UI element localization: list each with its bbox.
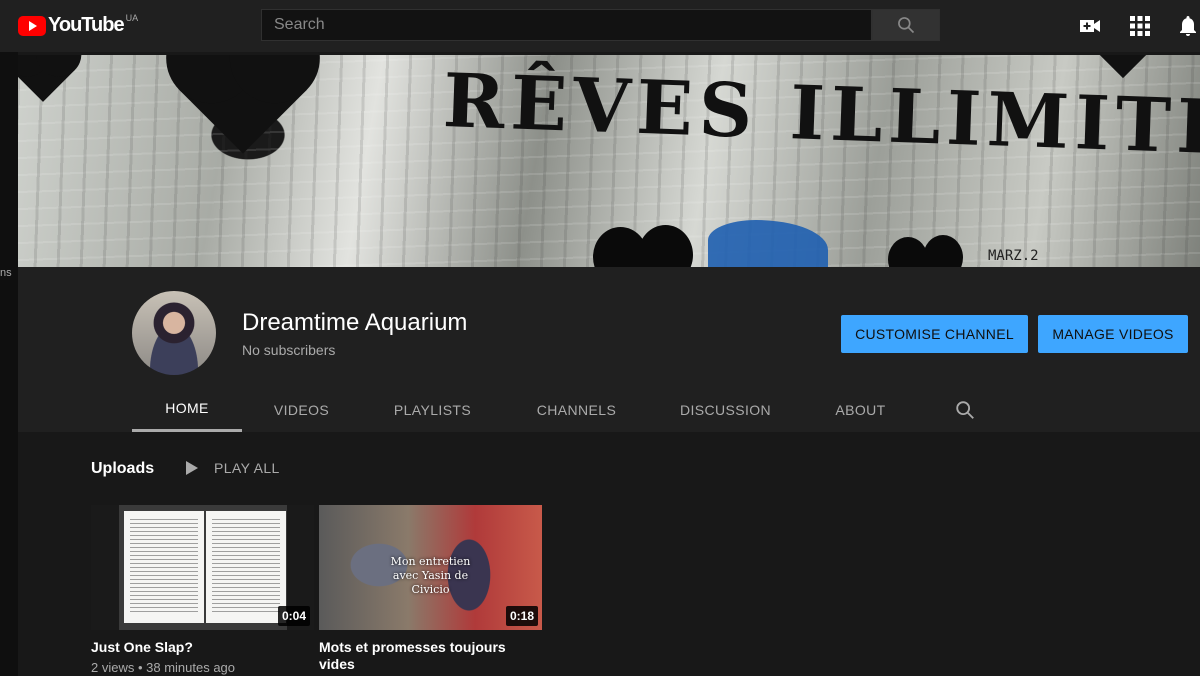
heart-graffiti [18,55,75,102]
tab-label: ABOUT [835,401,886,418]
play-all-label: PLAY ALL [214,460,280,476]
channel-banner: RÊVES ILLIMITÉS MARZ.2 [18,55,1200,267]
video-card[interactable]: 0:04 Just One Slap? 2 views • 38 minutes… [91,505,314,675]
search-input[interactable] [262,15,871,35]
tab-label: VIDEOS [273,401,330,418]
blue-paint-splash [708,220,828,267]
video-duration: 0:04 [277,606,310,626]
tab-label: CHANNELS [536,401,617,418]
guide-clipped-text: ns [0,267,12,279]
create-video-icon [1080,20,1100,32]
thumbnail-overlay-text: Mon entretien avec Yasin de Civicio [390,555,471,596]
channel-tabs: HOME VIDEOS PLAYLISTS CHANNELS DISCUSSIO… [132,387,1011,432]
heart-graffiti [179,55,307,154]
video-title[interactable]: Mots et promesses toujours vides [319,639,542,673]
notifications-bell-icon [1180,16,1196,36]
search-button[interactable] [872,9,940,41]
tab-label: PLAYLISTS [393,401,472,418]
tab-playlists[interactable]: PLAYLISTS [361,387,504,432]
shadow-blob [888,237,928,267]
tab-label: DISCUSSION [679,401,772,418]
document-page-right [206,511,286,623]
channel-avatar[interactable] [132,291,216,375]
guide-edge [0,52,18,676]
tab-discussion[interactable]: DISCUSSION [649,387,802,432]
video-meta: 2 views • 38 minutes ago [91,660,236,675]
channel-search-icon [956,400,974,419]
masthead: YouTube UA [0,0,1200,52]
shadow-blob [638,225,693,267]
play-icon [186,461,198,475]
channel-name: Dreamtime Aquarium [242,309,468,336]
shadow-blob [923,235,963,267]
video-title[interactable]: Just One Slap? [91,639,314,656]
search-icon [898,17,915,34]
tab-videos[interactable]: VIDEOS [242,387,361,432]
customise-channel-button[interactable]: CUSTOMISE CHANNEL [841,315,1028,353]
tab-home[interactable]: HOME [132,387,242,432]
uploads-heading[interactable]: Uploads [91,460,154,478]
search-box [261,9,872,41]
tab-about[interactable]: ABOUT [802,387,919,432]
region-code: UA [125,12,139,23]
channel-header: Dreamtime Aquarium No subscribers CUSTOM… [18,267,1200,432]
tab-channels[interactable]: CHANNELS [504,387,649,432]
youtube-play-logo-icon [18,15,46,36]
document-page-left [124,511,204,623]
subscriber-count: No subscribers [242,342,336,358]
heart-graffiti [1084,55,1162,79]
video-thumbnail[interactable]: Mon entretien avec Yasin de Civicio 0:18 [319,505,542,630]
tab-label: HOME [165,400,209,416]
manage-videos-button[interactable]: MANAGE VIDEOS [1038,315,1188,353]
channel-search-button[interactable] [919,387,1011,432]
video-thumbnail[interactable]: 0:04 [91,505,314,630]
play-all-button[interactable]: PLAY ALL [186,460,280,476]
banner-signature: MARZ.2 [988,248,1039,264]
logo-text: YouTube [48,14,125,36]
create-video-button[interactable] [1078,14,1102,38]
channel-content: Uploads PLAY ALL 0:04 Just One Slap? 2 v… [18,432,1200,676]
youtube-logo[interactable]: YouTube UA [18,12,139,37]
notifications-button[interactable] [1176,14,1200,38]
video-card[interactable]: Mon entretien avec Yasin de Civicio 0:18… [319,505,542,673]
video-duration: 0:18 [505,606,538,626]
apps-button[interactable] [1128,14,1152,38]
apps-grid-icon [1130,16,1150,36]
banner-graffiti-text: RÊVES ILLIMITÉS [441,58,1200,174]
